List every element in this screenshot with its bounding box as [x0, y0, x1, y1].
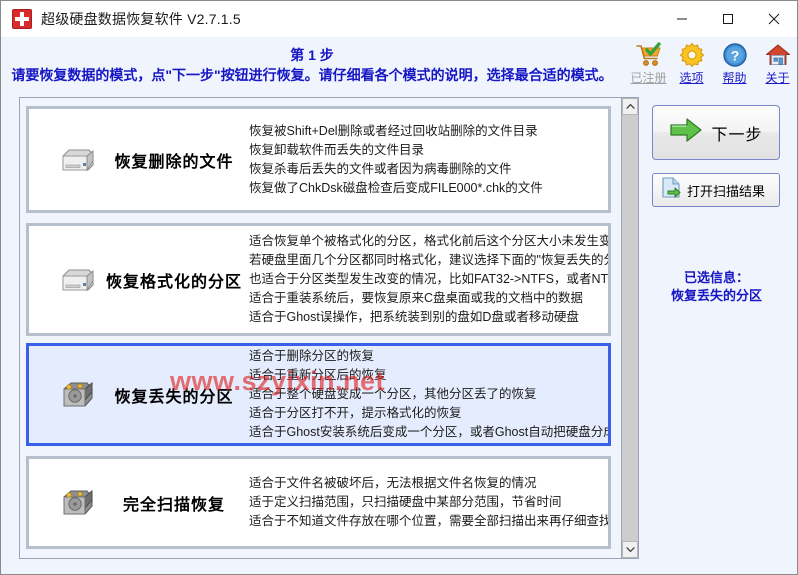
app-icon [12, 9, 32, 29]
window-controls [659, 1, 797, 37]
mode-desc-line: 恢复杀毒后丢失的文件或者因为病毒删除的文件 [249, 161, 512, 176]
selected-info-label: 已选信息： [683, 270, 749, 285]
action-pane: 下一步 打开扫描结果 已选信息： 恢复丢失的分区 [646, 97, 793, 559]
mode-desc-line: 恢复被Shift+Del删除或者经过回收站删除的文件目录 [249, 123, 538, 138]
application-window: 超级硬盘数据恢复软件 V2.7.1.5 第 1 步 请要恢复数据的模式，点"下一… [0, 0, 798, 575]
question-circle-icon: ? [722, 40, 748, 70]
mode-item-recover-formatted-partition[interactable]: 恢复格式化的分区 适合恢复单个被格式化的分区，格式化前后这个分区大小未发生变化 … [26, 223, 611, 336]
mode-list-panel: 恢复删除的文件 恢复被Shift+Del删除或者经过回收站删除的文件目录 恢复卸… [19, 97, 639, 559]
toolbar-label: 选项 [679, 71, 704, 85]
header-text-block: 第 1 步 请要恢复数据的模式，点"下一步"按钮进行恢复。请仔细看各个模式的说明… [2, 37, 622, 93]
scroll-thumb[interactable] [622, 115, 638, 541]
document-export-icon [660, 176, 683, 204]
mode-description: 适合恢复单个被格式化的分区，格式化前后这个分区大小未发生变化 若硬盘里面几个分区… [249, 232, 608, 327]
toolbar-item-help[interactable]: ? 帮助 [716, 40, 753, 85]
scroll-down-button[interactable] [622, 541, 638, 558]
mode-desc-line: 适合于Ghost安装系统后变成一个分区，或者Ghost自动把硬盘分成几个分 [249, 425, 608, 439]
mode-item-recover-lost-partition[interactable]: 恢复丢失的分区 适合于删除分区的恢复 适合于重新分区后的恢复 适合于整个硬盘变成… [26, 343, 611, 446]
window-title: 超级硬盘数据恢复软件 V2.7.1.5 [41, 11, 241, 27]
mode-title: 恢复格式化的分区 [105, 273, 242, 291]
mode-desc-line: 适合于删除分区的恢复 [249, 349, 375, 363]
step-instruction: 请要恢复数据的模式，点"下一步"按钮进行恢复。请仔细看各个模式的说明，选择最合适… [11, 66, 613, 83]
toolbar-item-options[interactable]: 选项 [673, 40, 710, 85]
mode-description: 适合于删除分区的恢复 适合于重新分区后的恢复 适合于整个硬盘变成一个分区，其他分… [249, 347, 608, 442]
hard-disk-icon [55, 146, 99, 174]
home-icon [765, 40, 791, 70]
toolbar-label: 帮助 [722, 71, 747, 85]
mode-description: 适合于文件名被破坏后，无法根据文件名恢复的情况 适于定义扫描范围，只扫描硬盘中某… [249, 474, 608, 531]
open-scan-results-label: 打开扫描结果 [687, 183, 766, 199]
mode-title: 恢复丢失的分区 [114, 388, 234, 406]
mode-desc-line: 适合于重装系统后，要恢复原来C盘桌面或我的文档中的数据 [249, 291, 584, 305]
mode-desc-line: 若硬盘里面几个分区都同时格式化，建议选择下面的"恢复丢失的分区" [249, 253, 608, 267]
mode-desc-line: 适合于分区打不开，提示格式化的恢复 [249, 406, 462, 420]
hard-disk-open-icon [55, 380, 99, 410]
list-scrollbar[interactable] [621, 98, 638, 558]
mode-item-full-scan-recovery[interactable]: 完全扫描恢复 适合于文件名被破坏后，无法根据文件名恢复的情况 适于定义扫描范围，… [26, 456, 611, 549]
mode-desc-line: 适合于Ghost误操作，把系统装到别的盘如D盘或者移动硬盘 [249, 310, 579, 324]
green-arrow-right-icon [669, 117, 703, 148]
toolbar: 已注册 选项 ? 帮助 关于 [626, 40, 796, 92]
minimize-button[interactable] [659, 1, 705, 37]
toolbar-label: 已注册 [630, 71, 667, 85]
header-band: 第 1 步 请要恢复数据的模式，点"下一步"按钮进行恢复。请仔细看各个模式的说明… [2, 37, 796, 93]
scroll-up-button[interactable] [622, 98, 638, 115]
shopping-cart-check-icon [635, 40, 663, 70]
mode-desc-line: 也适合于分区类型发生改变的情况，比如FAT32->NTFS，或者NTFS->FA… [249, 272, 608, 286]
title-bar: 超级硬盘数据恢复软件 V2.7.1.5 [1, 1, 797, 38]
step-title: 第 1 步 [290, 46, 334, 63]
mode-desc-line: 恢复卸载软件而丢失的文件目录 [249, 142, 425, 157]
toolbar-item-about[interactable]: 关于 [759, 40, 796, 85]
mode-desc-line: 适于定义扫描范围，只扫描硬盘中某部分范围，节省时间 [249, 495, 562, 509]
hard-disk-open-icon [55, 488, 99, 518]
mode-list: 恢复删除的文件 恢复被Shift+Del删除或者经过回收站删除的文件目录 恢复卸… [20, 98, 621, 558]
mode-description: 恢复被Shift+Del删除或者经过回收站删除的文件目录 恢复卸载软件而丢失的文… [249, 122, 608, 198]
gear-icon [679, 40, 705, 70]
mode-desc-line: 适合于整个硬盘变成一个分区，其他分区丢了的恢复 [249, 387, 537, 401]
mode-desc-line: 适合于不知道文件存放在哪个位置，需要全部扫描出来再仔细查找文件 [249, 514, 608, 528]
mode-item-recover-deleted-files[interactable]: 恢复删除的文件 恢复被Shift+Del删除或者经过回收站删除的文件目录 恢复卸… [26, 106, 611, 213]
mode-desc-line: 恢复做了ChkDsk磁盘检查后变成FILE000*.chk的文件 [249, 180, 543, 195]
next-step-button[interactable]: 下一步 [652, 105, 780, 160]
mode-title: 恢复删除的文件 [114, 153, 234, 171]
selected-info-value: 恢复丢失的分区 [670, 288, 762, 303]
toolbar-label: 关于 [765, 71, 790, 85]
close-button[interactable] [751, 1, 797, 37]
toolbar-item-register[interactable]: 已注册 [630, 40, 667, 85]
mode-desc-line: 适合于文件名被破坏后，无法根据文件名恢复的情况 [249, 476, 537, 490]
mode-desc-line: 适合恢复单个被格式化的分区，格式化前后这个分区大小未发生变化 [249, 234, 608, 248]
open-scan-results-button[interactable]: 打开扫描结果 [652, 173, 780, 207]
selected-info: 已选信息： 恢复丢失的分区 [646, 269, 787, 305]
hard-disk-icon [55, 266, 99, 294]
maximize-button[interactable] [705, 1, 751, 37]
mode-title: 完全扫描恢复 [122, 496, 225, 514]
svg-text:?: ? [730, 47, 739, 63]
mode-desc-line: 适合于重新分区后的恢复 [249, 368, 387, 382]
next-step-label: 下一步 [711, 126, 763, 144]
